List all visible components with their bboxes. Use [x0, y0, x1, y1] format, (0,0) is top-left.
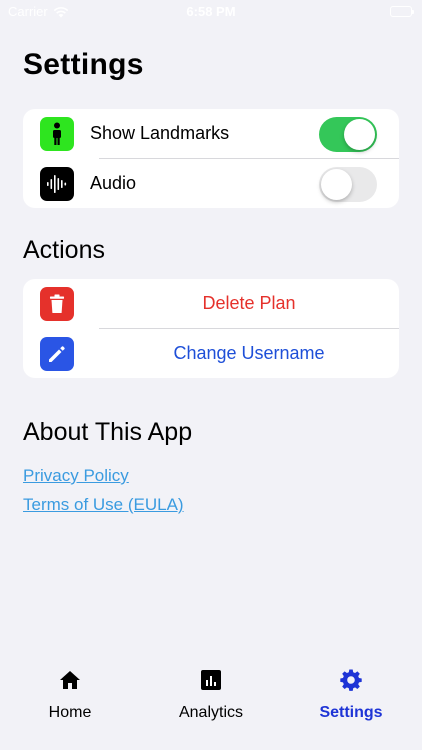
privacy-policy-link[interactable]: Privacy Policy [23, 466, 129, 486]
change-username-row[interactable]: Change Username [23, 329, 399, 379]
show-landmarks-toggle[interactable] [319, 117, 377, 152]
settings-group: Show Landmarks Audio [23, 109, 399, 208]
status-time: 6:58 PM [186, 4, 236, 19]
status-bar: Carrier 6:58 PM [0, 0, 422, 24]
delete-plan-row[interactable]: Delete Plan [23, 279, 399, 329]
pencil-icon [40, 336, 74, 371]
trash-icon [40, 287, 74, 321]
waveform-icon [40, 166, 74, 201]
delete-plan-label: Delete Plan [202, 293, 296, 314]
audio-label: Audio [90, 172, 137, 193]
gear-icon [340, 669, 362, 691]
tab-analytics-label: Analytics [178, 704, 244, 721]
chart-bar-icon [201, 670, 221, 690]
show-landmarks-row: Show Landmarks [23, 109, 399, 159]
person-landmark-icon [40, 117, 74, 151]
battery-icon [390, 6, 414, 17]
change-username-label: Change Username [173, 342, 325, 363]
actions-header: Actions [23, 236, 105, 264]
audio-row: Audio [23, 159, 399, 209]
tab-home-label: Home [48, 704, 92, 721]
show-landmarks-label: Show Landmarks [90, 123, 230, 144]
tab-analytics[interactable]: Analytics [151, 668, 271, 722]
page-title: Settings [23, 48, 144, 81]
house-icon [60, 671, 80, 689]
about-header: About This App [23, 418, 193, 446]
tab-settings-label: Settings [319, 704, 383, 721]
tab-home[interactable]: Home [10, 668, 130, 722]
tab-settings[interactable]: Settings [291, 668, 411, 722]
audio-toggle[interactable] [319, 166, 377, 202]
actions-group: Delete Plan Change Username [23, 279, 399, 378]
terms-of-use-link[interactable]: Terms of Use (EULA) [23, 495, 184, 515]
